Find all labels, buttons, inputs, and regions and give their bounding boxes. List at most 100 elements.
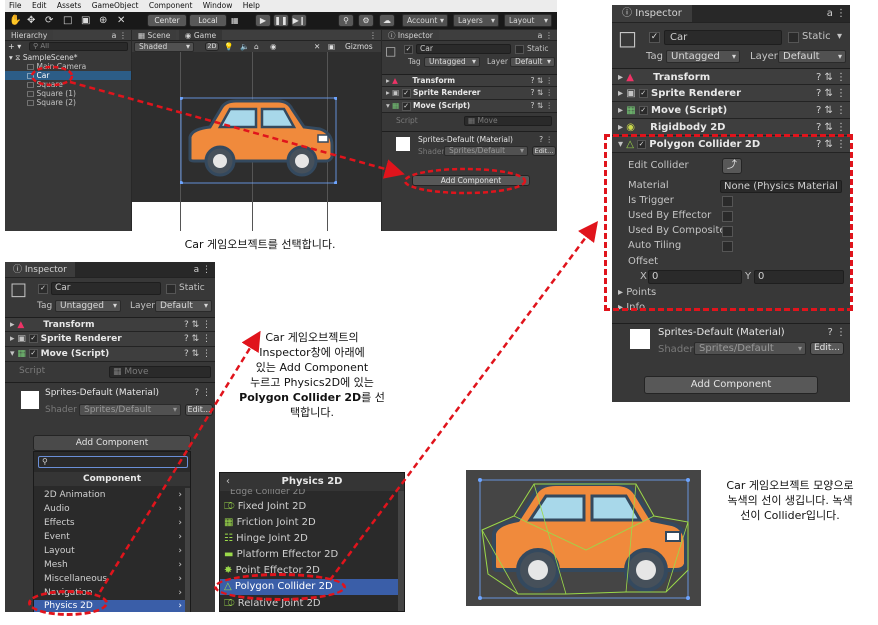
- component-transform[interactable]: ▸ ▲ Transform ? ⇅ ⋮: [612, 68, 850, 85]
- hierarchy-scene-row[interactable]: ▾ ⧖ SampleScene*: [5, 53, 131, 62]
- car-sprite-small[interactable]: [180, 97, 337, 184]
- cloud-button[interactable]: ☁: [379, 14, 395, 27]
- layers-dropdown[interactable]: Layers: [453, 14, 499, 27]
- hierarchy-item[interactable]: □ Main Camera: [5, 62, 131, 71]
- tab-inspector[interactable]: ⓘ Inspector: [5, 262, 75, 277]
- grid-snap-icon[interactable]: ▦: [231, 12, 239, 29]
- shader-edit-button[interactable]: Edit...: [532, 146, 556, 156]
- menu-item-mesh[interactable]: Mesh ›: [34, 558, 190, 572]
- effects-icon[interactable]: ⌂: [254, 41, 259, 52]
- add-component-button[interactable]: Add Component: [644, 376, 818, 394]
- move-enabled-checkbox[interactable]: ✓: [638, 105, 648, 115]
- scene-viewport[interactable]: [132, 52, 381, 231]
- hierarchy-item[interactable]: □ Square: [5, 80, 131, 89]
- camera-icon[interactable]: ▣: [328, 41, 335, 52]
- pivot-local-button[interactable]: Local: [189, 14, 227, 27]
- menu-gameobject[interactable]: GameObject: [92, 1, 139, 10]
- component-transform[interactable]: ▸ ▲ Transform ? ⇅ ⋮: [382, 74, 557, 87]
- move-enabled-checkbox[interactable]: ✓: [28, 349, 38, 358]
- component-search-input[interactable]: ⚲: [38, 456, 188, 468]
- audio-icon[interactable]: 🔈: [240, 41, 249, 52]
- menu-item-audio[interactable]: Audio ›: [34, 502, 190, 516]
- layer-dropdown[interactable]: Default: [778, 50, 846, 63]
- component-menu-icon[interactable]: ? ⇅ ⋮: [530, 75, 553, 87]
- menu-component[interactable]: Component: [149, 1, 193, 10]
- component-move-script[interactable]: ▸ ▦ ✓ Move (Script) ? ⇅ ⋮: [612, 102, 850, 119]
- transform-tool-icon[interactable]: ⊕: [99, 12, 107, 29]
- component-menu-icon[interactable]: ? ⇅ ⋮: [184, 347, 211, 362]
- visibility-icon[interactable]: ◉: [270, 41, 277, 52]
- active-checkbox[interactable]: ✓: [649, 32, 660, 43]
- component-menu-icon[interactable]: ? ⇅ ⋮: [816, 85, 846, 102]
- tab-inspector[interactable]: ⓘ Inspector: [612, 5, 692, 22]
- sprite-renderer-enabled-checkbox[interactable]: ✓: [638, 88, 648, 98]
- component-menu-icon[interactable]: ? ⇅ ⋮: [816, 102, 846, 119]
- component-menu-icon[interactable]: ? ⇅ ⋮: [184, 318, 211, 333]
- tab-game[interactable]: ◉ Game: [178, 30, 223, 40]
- create-button[interactable]: + ▾: [8, 42, 21, 51]
- component-menu-icon[interactable]: ? ⇅ ⋮: [530, 87, 553, 99]
- menu-assets[interactable]: Assets: [57, 1, 81, 10]
- account-dropdown[interactable]: Account: [402, 14, 448, 27]
- rotate-tool-icon[interactable]: ⟳: [45, 12, 53, 29]
- shading-mode-dropdown[interactable]: Shaded: [134, 42, 194, 52]
- component-move-script[interactable]: ▾ ▦ ✓ Move (Script) ? ⇅ ⋮: [5, 347, 215, 362]
- scene-menu-icon[interactable]: ⋮: [369, 30, 377, 41]
- add-component-button[interactable]: Add Component: [33, 435, 191, 451]
- hierarchy-item[interactable]: □ Square (1): [5, 89, 131, 98]
- lock-icon[interactable]: a ⋮: [827, 5, 846, 23]
- component-sprite-renderer[interactable]: ▸ ▣ ✓ Sprite Renderer ? ⇅ ⋮: [612, 85, 850, 102]
- component-menu-icon[interactable]: ? ⇅ ⋮: [816, 69, 846, 86]
- tag-dropdown[interactable]: Untagged: [666, 50, 740, 63]
- static-dropdown-arrow[interactable]: ▾: [837, 31, 842, 42]
- play-button[interactable]: ▶: [255, 14, 271, 27]
- object-name-field[interactable]: Car: [51, 282, 161, 295]
- scale-tool-icon[interactable]: □: [63, 12, 72, 29]
- custom-tool-icon[interactable]: ✕: [117, 12, 125, 29]
- menu-item-hinge-joint-2d[interactable]: ☷ Hinge Joint 2D: [220, 531, 404, 547]
- lock-icon[interactable]: a ⋮: [194, 262, 211, 278]
- menu-item-miscellaneous[interactable]: Miscellaneous ›: [34, 572, 190, 586]
- tab-inspector[interactable]: ⓘ Inspector: [382, 30, 439, 40]
- layer-dropdown[interactable]: Default: [155, 300, 212, 312]
- tools-icon[interactable]: ✕: [314, 41, 320, 52]
- menu-item-layout[interactable]: Layout ›: [34, 544, 190, 558]
- component-menu-icon[interactable]: ? ⋮: [539, 135, 553, 144]
- gizmos-dropdown[interactable]: Gizmos: [345, 41, 373, 52]
- shader-edit-button[interactable]: Edit...: [810, 342, 844, 355]
- component-sprite-renderer[interactable]: ▸ ▣ ✓ Sprite Renderer ? ⇅ ⋮: [382, 87, 557, 100]
- component-menu-icon[interactable]: ? ⇅ ⋮: [184, 332, 211, 347]
- tab-scene[interactable]: ▦ Scene: [132, 30, 177, 40]
- hierarchy-item[interactable]: □ Square (2): [5, 98, 131, 107]
- menu-edit[interactable]: Edit: [32, 1, 47, 10]
- tag-dropdown[interactable]: Untagged: [55, 300, 121, 312]
- move-tool-icon[interactable]: ✥: [27, 12, 35, 29]
- menu-item-friction-joint-2d[interactable]: ▦ Friction Joint 2D: [220, 515, 404, 531]
- static-checkbox[interactable]: [515, 45, 524, 54]
- component-menu-icon[interactable]: ? ⋮: [194, 388, 211, 398]
- hand-tool-icon[interactable]: ✋: [9, 12, 21, 29]
- static-checkbox[interactable]: [788, 32, 799, 43]
- shader-dropdown[interactable]: Sprites/Default: [444, 146, 528, 156]
- component-sprite-renderer[interactable]: ▸ ▣ ✓ Sprite Renderer ? ⇅ ⋮: [5, 332, 215, 347]
- menu-item-edge-collider-2d[interactable]: Edge Collider 2D: [220, 489, 404, 497]
- menu-item-event[interactable]: Event ›: [34, 530, 190, 544]
- light-icon[interactable]: 💡: [224, 41, 233, 52]
- lock-icon[interactable]: a ⋮: [112, 30, 127, 41]
- menu-help[interactable]: Help: [243, 1, 260, 10]
- rect-tool-icon[interactable]: ▣: [81, 12, 90, 29]
- component-transform[interactable]: ▸ ▲ Transform ? ⇅ ⋮: [5, 317, 215, 332]
- layer-dropdown[interactable]: Default: [510, 57, 555, 67]
- menu-file[interactable]: File: [9, 1, 22, 10]
- shader-dropdown[interactable]: Sprites/Default: [79, 404, 181, 416]
- step-button[interactable]: ▶❙: [291, 14, 307, 27]
- add-component-button[interactable]: Add Component: [412, 175, 530, 186]
- static-checkbox[interactable]: [166, 284, 176, 294]
- submenu-scrollbar[interactable]: [398, 491, 404, 611]
- shader-dropdown[interactable]: Sprites/Default: [694, 342, 806, 355]
- move-enabled-checkbox[interactable]: ✓: [401, 101, 411, 111]
- lock-icon[interactable]: a ⋮: [538, 30, 553, 41]
- object-name-field[interactable]: Car: [416, 44, 511, 54]
- hierarchy-search-input[interactable]: ⚲ All: [29, 42, 128, 51]
- active-checkbox[interactable]: ✓: [404, 45, 413, 54]
